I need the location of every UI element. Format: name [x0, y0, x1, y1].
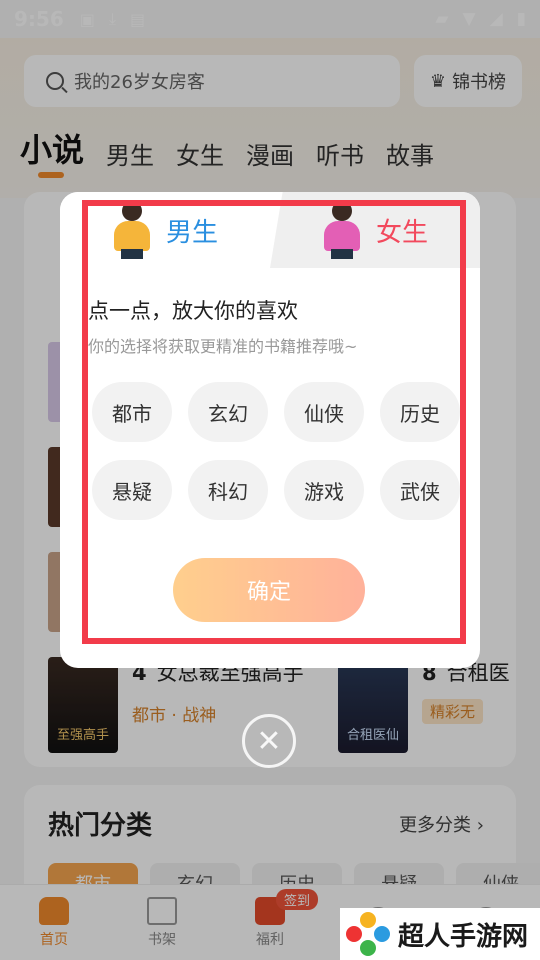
dialog-heading: 点一点，放大你的喜欢 [88, 299, 298, 323]
confirm-button[interactable]: 确定 [173, 558, 365, 622]
genre-chip[interactable]: 都市 [92, 382, 172, 442]
watermark: 超人手游网 [340, 908, 540, 960]
genre-chip[interactable]: 武侠 [380, 460, 460, 520]
watermark-text: 超人手游网 [398, 921, 529, 952]
genre-grid: 都市 玄幻 仙侠 历史 悬疑 科幻 游戏 武侠 [92, 382, 460, 520]
close-icon: ✕ [256, 723, 282, 759]
genre-chip[interactable]: 科幻 [188, 460, 268, 520]
dialog-subtitle: 你的选择将获取更精准的书籍推荐哦~ [88, 337, 358, 356]
male-figure-icon [112, 201, 152, 259]
watermark-logo-icon [346, 912, 390, 956]
genre-chip[interactable]: 玄幻 [188, 382, 268, 442]
close-dialog-button[interactable]: ✕ [242, 714, 296, 768]
tab-male-preference[interactable]: 男生 [60, 192, 270, 268]
genre-chip[interactable]: 仙侠 [284, 382, 364, 442]
male-tab-label: 男生 [165, 217, 218, 248]
gender-tabs: 男生 女生 [60, 192, 480, 268]
tab-female-preference[interactable]: 女生 [270, 192, 480, 268]
female-figure-icon [322, 201, 362, 259]
female-tab-label: 女生 [375, 217, 428, 248]
genre-chip[interactable]: 游戏 [284, 460, 364, 520]
preference-dialog: 男生 女生 点一点，放大你的喜欢 你的选择将获取更精准的书籍推荐哦~ 都市 玄幻… [60, 192, 480, 668]
genre-chip[interactable]: 悬疑 [92, 460, 172, 520]
genre-chip[interactable]: 历史 [380, 382, 460, 442]
